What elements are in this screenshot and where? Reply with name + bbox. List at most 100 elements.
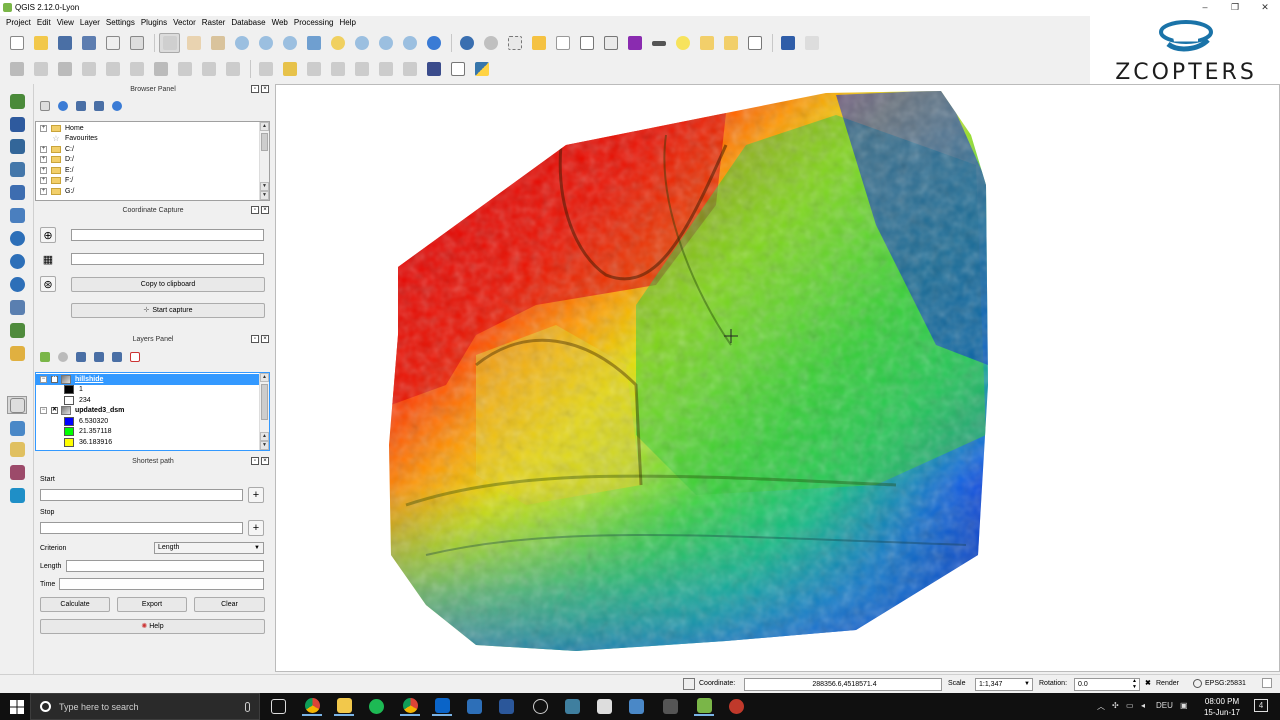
close-panel-icon[interactable]: ×	[261, 457, 269, 465]
pan-map-icon[interactable]	[183, 33, 204, 53]
composer-manager-icon[interactable]	[126, 33, 147, 53]
qgis-settings-taskbar-icon[interactable]	[530, 697, 550, 716]
menu-processing[interactable]: Processing	[292, 16, 338, 30]
browser-item[interactable]: + Home	[36, 123, 269, 134]
globe-crs-icon[interactable]	[1193, 679, 1202, 688]
collapse-toggle-icon[interactable]: −	[40, 407, 47, 415]
zoom-in-icon[interactable]	[231, 33, 252, 53]
volume-tray-icon[interactable]: ◂	[1141, 701, 1145, 710]
new-print-composer-icon[interactable]	[102, 33, 123, 53]
scroll-up-icon[interactable]: ▲	[260, 432, 269, 441]
add-wms-layer-icon[interactable]	[7, 229, 27, 247]
add-oracle-layer-icon[interactable]	[7, 206, 27, 224]
browser-item[interactable]: ☆ Favourites	[36, 134, 269, 145]
layer-visibility-checkbox[interactable]: ✕	[51, 407, 58, 415]
network-tray-icon[interactable]: ✣	[1112, 701, 1119, 710]
add-wcs-layer-icon[interactable]	[7, 252, 27, 270]
action-center-icon[interactable]: 4	[1254, 699, 1268, 712]
select-features-icon[interactable]	[504, 33, 525, 53]
toggle-extents-icon[interactable]	[683, 678, 695, 690]
capture-coordinate-field-1[interactable]	[71, 229, 264, 241]
browser-item[interactable]: + C:/	[36, 144, 269, 155]
label-highlight-icon[interactable]	[279, 59, 300, 79]
render-checkbox[interactable]: ✖	[1145, 679, 1151, 687]
expand-toggle-icon[interactable]: +	[40, 145, 47, 153]
help-contents-icon[interactable]	[777, 33, 798, 53]
menu-database[interactable]: Database	[229, 16, 269, 30]
layer-row[interactable]: − ✕ updated3_dsm	[36, 406, 269, 417]
show-bookmarks-icon[interactable]	[720, 33, 741, 53]
coordinate-field[interactable]: 288356.6,4518571.4	[744, 678, 942, 691]
scale-select[interactable]: 1:1,347 ▼	[975, 678, 1033, 691]
refresh-icon[interactable]	[423, 33, 444, 53]
spit-icon[interactable]	[7, 463, 27, 481]
float-panel-icon[interactable]: ▫	[251, 335, 259, 343]
layer-styling-icon[interactable]	[39, 351, 51, 363]
taskbar-clock[interactable]: 08:00 PM 15-Jun-17	[1198, 696, 1246, 718]
zoom-last-icon[interactable]	[375, 33, 396, 53]
current-edits-icon[interactable]	[6, 59, 27, 79]
notes-taskbar-icon[interactable]	[594, 697, 614, 716]
chrome-taskbar-icon[interactable]	[302, 697, 322, 716]
layers-scrollbar[interactable]: ▲ ▲ ▼	[259, 373, 269, 450]
expand-toggle-icon[interactable]: +	[40, 177, 47, 185]
start-capture-button[interactable]: ✛ Start capture	[71, 303, 265, 318]
add-selected-layer-icon[interactable]	[39, 100, 51, 112]
attribute-table-icon[interactable]	[576, 33, 597, 53]
display-taskbar-icon[interactable]	[626, 697, 646, 716]
close-panel-icon[interactable]: ×	[261, 85, 269, 93]
zoom-next-icon[interactable]	[399, 33, 420, 53]
track-mouse-icon[interactable]: ⊛	[40, 276, 56, 292]
pick-start-point-button[interactable]: +	[248, 487, 264, 503]
coordinate-capture-tool-icon[interactable]	[7, 396, 27, 414]
move-feature-icon[interactable]	[102, 59, 123, 79]
rotation-spinbox[interactable]: 0.0 ▲ ▼	[1074, 678, 1140, 691]
taskbar-search-box[interactable]: Type here to search	[30, 693, 260, 720]
crs-selector-icon[interactable]: ⊕	[40, 227, 56, 243]
delete-selected-icon[interactable]	[150, 59, 171, 79]
float-panel-icon[interactable]: ▫	[251, 206, 259, 214]
menu-project[interactable]: Project	[4, 16, 35, 30]
browser-item[interactable]: + E:/	[36, 165, 269, 176]
map-tips-icon[interactable]	[672, 33, 693, 53]
properties-info-icon[interactable]	[111, 100, 123, 112]
messages-icon[interactable]	[1262, 678, 1272, 688]
zoom-layer-icon[interactable]	[351, 33, 372, 53]
zoom-selection-icon[interactable]	[327, 33, 348, 53]
calculator-taskbar-icon[interactable]	[660, 697, 680, 716]
new-spatialite-icon[interactable]	[7, 344, 27, 362]
zoom-actual-icon[interactable]	[279, 33, 300, 53]
scroll-down-icon[interactable]: ▼	[260, 191, 269, 200]
menu-help[interactable]: Help	[337, 16, 359, 30]
new-bookmark-icon[interactable]	[696, 33, 717, 53]
node-tool-icon[interactable]	[126, 59, 147, 79]
minimize-button[interactable]: –	[1190, 1, 1220, 14]
scroll-thumb[interactable]	[261, 133, 268, 151]
crs-status[interactable]: EPSG:25831	[1205, 680, 1246, 687]
add-wfs-layer-icon[interactable]	[7, 275, 27, 293]
add-raster-layer-icon[interactable]	[7, 115, 27, 133]
collapse-toggle-icon[interactable]: −	[40, 375, 47, 383]
scroll-up-icon[interactable]: ▲	[260, 122, 269, 131]
filter-browser-icon[interactable]	[75, 100, 87, 112]
network-app-taskbar-icon[interactable]	[562, 697, 582, 716]
move-label-icon[interactable]	[351, 59, 372, 79]
layer-row[interactable]: − ✕ hillshide	[36, 374, 269, 385]
pin-labels-icon[interactable]	[303, 59, 324, 79]
task-view-icon[interactable]	[268, 697, 288, 716]
scroll-down-icon[interactable]: ▼	[260, 441, 269, 450]
calculate-button[interactable]: Calculate	[40, 597, 110, 612]
add-vector-layer-icon[interactable]	[7, 92, 27, 110]
road-graph-icon[interactable]	[7, 440, 27, 458]
pick-stop-point-button[interactable]: +	[248, 520, 264, 536]
georeferencer-icon[interactable]	[7, 419, 27, 437]
label-toolbar-icon[interactable]	[255, 59, 276, 79]
qgis-taskbar-icon[interactable]	[694, 697, 714, 716]
toggle-editing-icon[interactable]	[30, 59, 51, 79]
refresh-browser-icon[interactable]	[57, 100, 69, 112]
browser-item[interactable]: + D:/	[36, 155, 269, 166]
measure-line-icon[interactable]	[648, 33, 669, 53]
menu-plugins[interactable]: Plugins	[139, 16, 171, 30]
menu-vector[interactable]: Vector	[171, 16, 200, 30]
collapse-all-icon[interactable]	[93, 100, 105, 112]
